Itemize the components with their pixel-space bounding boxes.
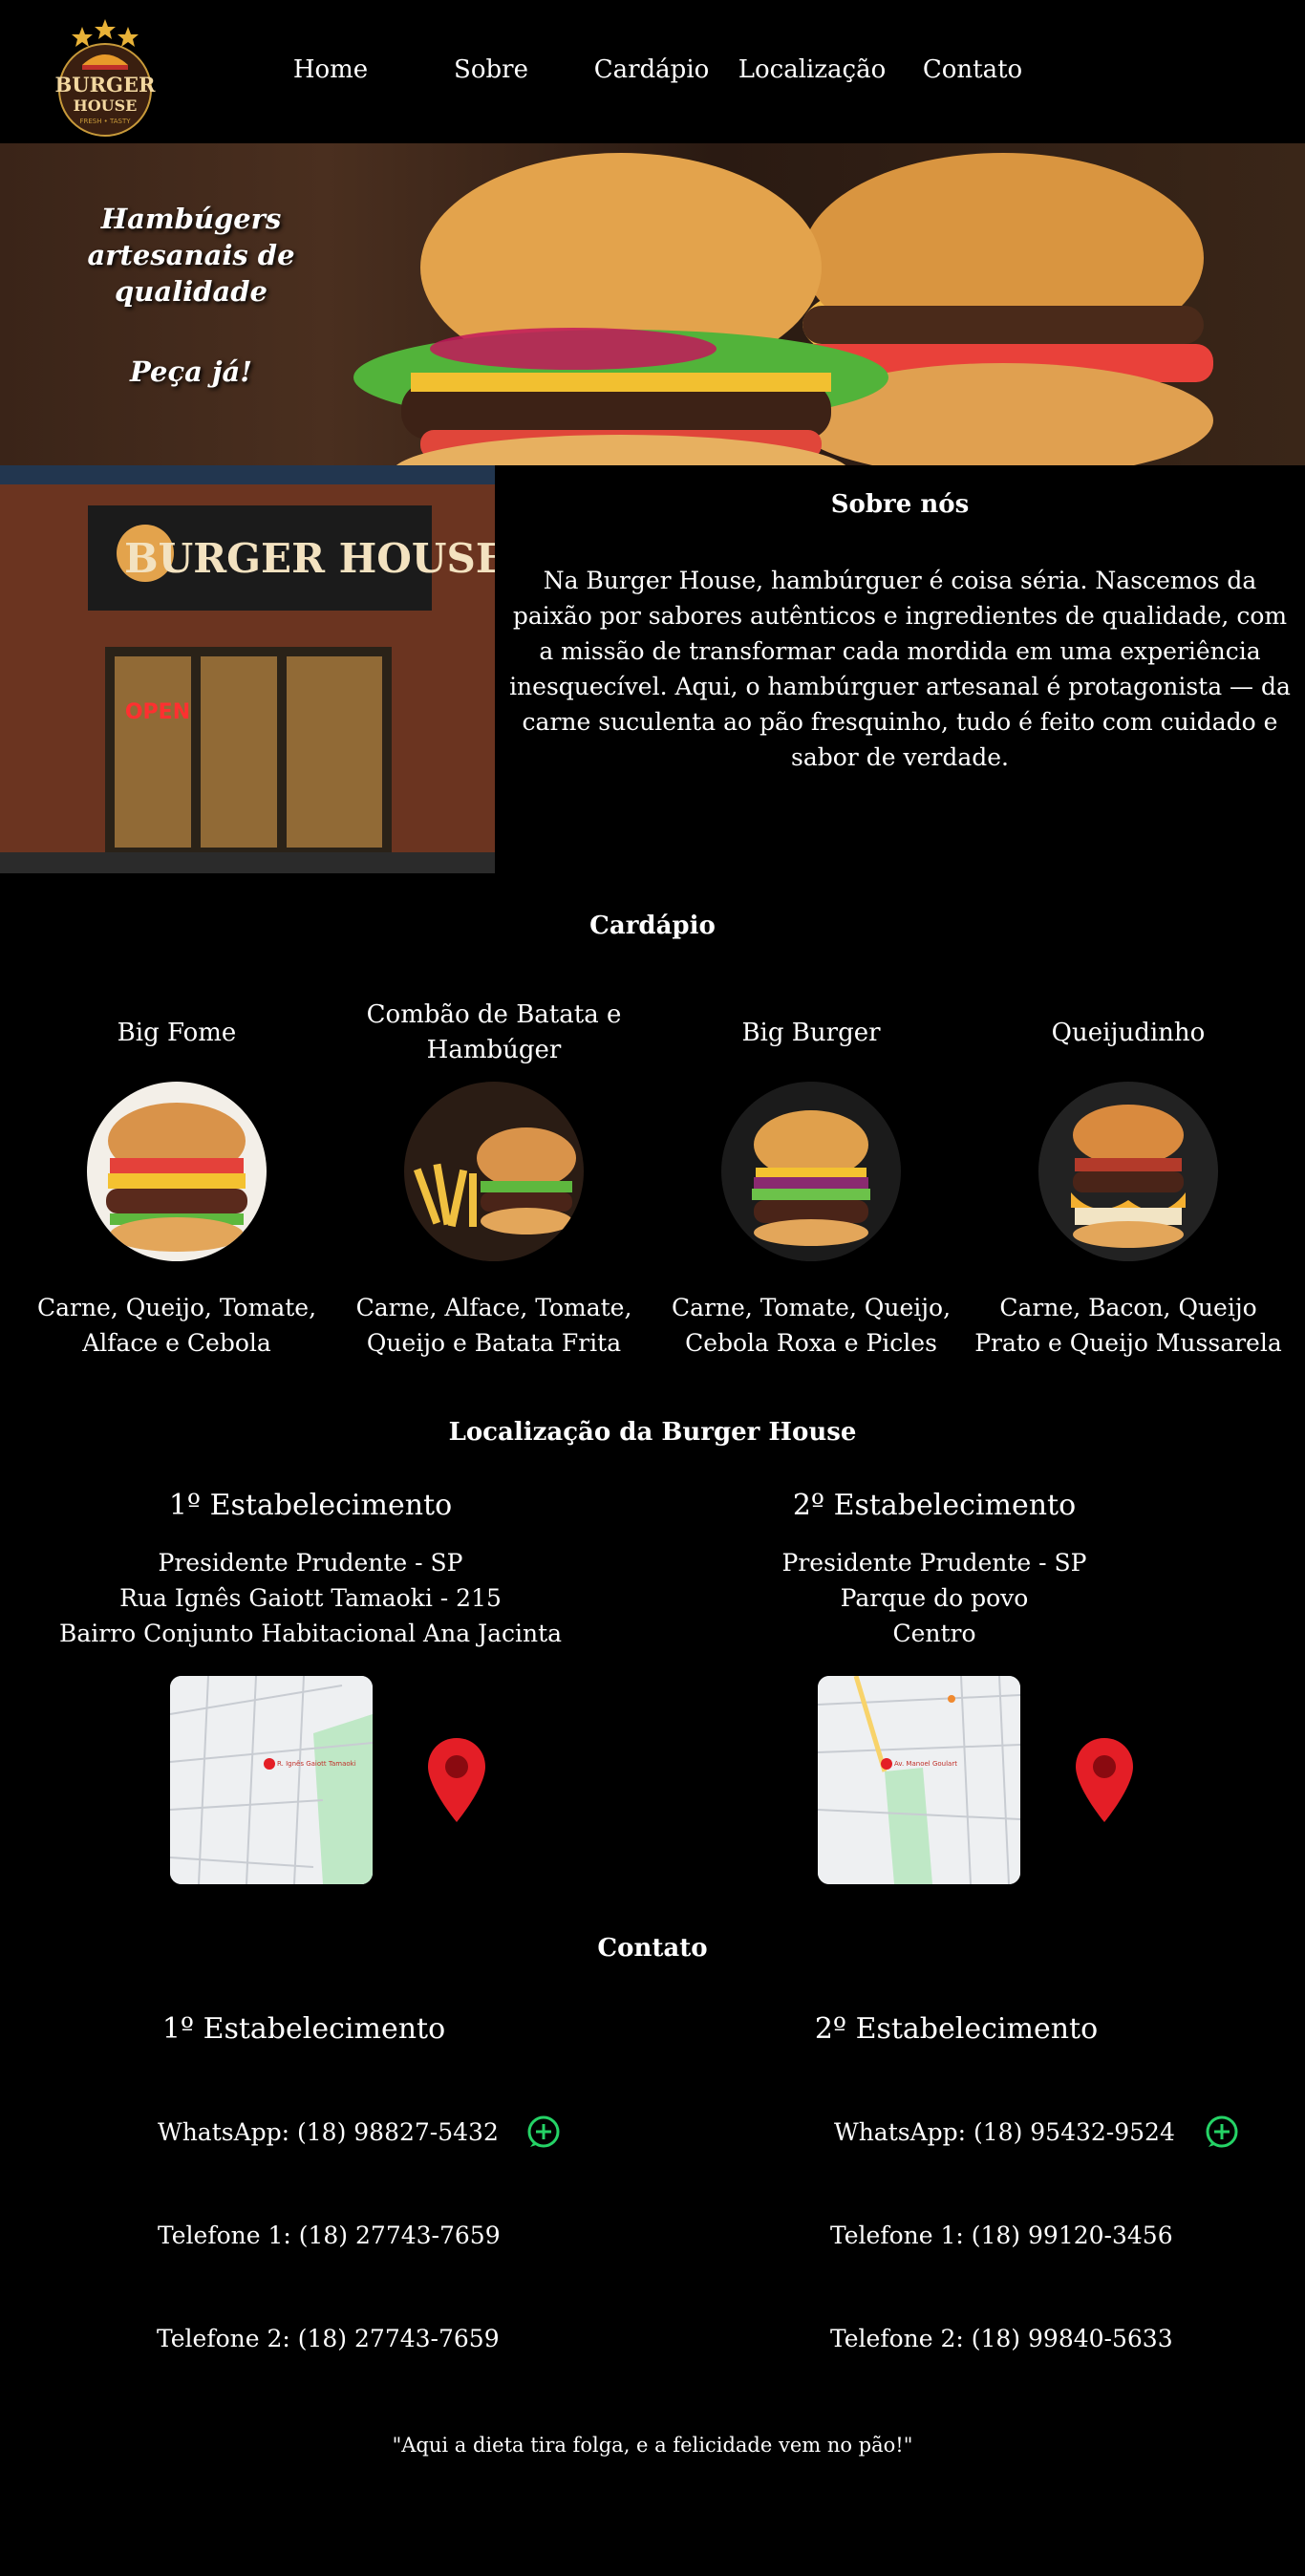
menu-item-name: Big Burger xyxy=(741,1018,881,1047)
menu-item-photo xyxy=(87,1082,267,1261)
phone1-number[interactable]: Telefone 1: (18) 99120-3456 xyxy=(830,2222,1173,2249)
contact-section: Contato 1º Estabelecimento WhatsApp: (18… xyxy=(0,1884,1305,2357)
menu-item-name: Combão de Batata e Hambúger xyxy=(366,1000,622,1064)
store-1: 1º Estabelecimento Presidente Prudente -… xyxy=(0,1489,621,1884)
address-line: Rua Ignês Gaiott Tamaoki - 215 xyxy=(119,1584,502,1612)
storefront-image: BURGER HOUSE OPEN xyxy=(0,465,495,873)
menu-item-combao[interactable]: Combão de Batata e Hambúger Carne, Alfac… xyxy=(335,998,652,1361)
nav-links: Home Sobre Cardápio Localização Contato xyxy=(250,55,1053,84)
whatsapp-add-icon[interactable] xyxy=(1204,2114,1240,2150)
svg-text:FRESH • TASTY: FRESH • TASTY xyxy=(79,118,131,125)
menu-section: Cardápio Big Fome Carne, Queijo, Tomate,… xyxy=(0,873,1305,1361)
svg-text:BURGER HOUSE: BURGER HOUSE xyxy=(124,535,495,582)
menu-item-big-burger[interactable]: Big Burger Carne, Tomate, Queijo, Cebola… xyxy=(652,998,970,1361)
nav-link-localizacao[interactable]: Localização xyxy=(732,55,892,84)
footer-quote: "Aqui a dieta tira folga, e a felicidade… xyxy=(0,2434,1305,2485)
location-pin-icon[interactable] xyxy=(1076,1738,1133,1822)
whatsapp-number[interactable]: WhatsApp: (18) 98827-5432 xyxy=(158,2118,499,2146)
location-pin-icon[interactable] xyxy=(428,1738,485,1822)
map-thumbnail[interactable]: R. Ignês Gaiott Tamaoki xyxy=(170,1676,373,1884)
svg-text:HOUSE: HOUSE xyxy=(74,97,138,115)
store-address: Presidente Prudente - SP Rua Ignês Gaiot… xyxy=(0,1545,621,1651)
store-name: 1º Estabelecimento xyxy=(161,2012,446,2046)
store-media: R. Ignês Gaiott Tamaoki xyxy=(170,1676,621,1884)
svg-text:R. Ignês Gaiott Tamaoki: R. Ignês Gaiott Tamaoki xyxy=(277,1760,356,1768)
menu-item-queijudinho[interactable]: Queijudinho Carne, Bacon, Queijo Prato e… xyxy=(970,998,1287,1361)
phone1-number[interactable]: Telefone 1: (18) 27743-7659 xyxy=(158,2222,501,2249)
contact-grid: 1º Estabelecimento WhatsApp: (18) 98827-… xyxy=(0,2012,1305,2357)
menu-title: Cardápio xyxy=(589,912,716,940)
about-body: Na Burger House, hambúrguer é coisa séri… xyxy=(509,567,1291,771)
svg-text:Av. Manoel Goulart: Av. Manoel Goulart xyxy=(894,1760,957,1768)
phone2-number[interactable]: Telefone 2: (18) 99840-5633 xyxy=(830,2325,1173,2352)
menu-item-desc: Carne, Alface, Tomate, Queijo e Batata F… xyxy=(355,1294,632,1357)
nav-link-home[interactable]: Home xyxy=(250,55,411,84)
phone-line: Telefone 1: (18) 27743-7659 xyxy=(0,2216,608,2254)
whatsapp-line: WhatsApp: (18) 98827-5432 xyxy=(0,2113,608,2151)
nav-link-sobre[interactable]: Sobre xyxy=(411,55,571,84)
menu-item-photo xyxy=(721,1082,901,1261)
footer-quote-text: "Aqui a dieta tira folga, e a felicidade… xyxy=(392,2434,913,2457)
address-line: Bairro Conjunto Habitacional Ana Jacinta xyxy=(58,1620,563,1647)
top-nav: BURGER HOUSE FRESH • TASTY Home Sobre Ca… xyxy=(0,0,1305,143)
phone-line: Telefone 2: (18) 27743-7659 xyxy=(0,2319,608,2357)
menu-item-photo xyxy=(1038,1082,1218,1261)
phone2-number[interactable]: Telefone 2: (18) 27743-7659 xyxy=(157,2325,500,2352)
map-thumbnail[interactable]: Av. Manoel Goulart xyxy=(818,1676,1020,1884)
whatsapp-number[interactable]: WhatsApp: (18) 95432-9524 xyxy=(834,2118,1175,2146)
menu-item-desc: Carne, Queijo, Tomate, Alface e Cebola xyxy=(36,1294,317,1357)
store-address: Presidente Prudente - SP Parque do povo … xyxy=(621,1545,1248,1651)
location-title: Localização da Burger House xyxy=(448,1418,857,1447)
location-grid: 1º Estabelecimento Presidente Prudente -… xyxy=(0,1489,1305,1884)
store-name: 2º Estabelecimento xyxy=(814,2012,1099,2046)
address-line: Presidente Prudente - SP xyxy=(158,1549,463,1577)
menu-item-desc: Carne, Bacon, Queijo Prato e Queijo Muss… xyxy=(974,1294,1282,1357)
location-section: Localização da Burger House 1º Estabelec… xyxy=(0,1361,1305,1884)
hero-cta[interactable]: Peça já! xyxy=(76,354,306,390)
store-2: 2º Estabelecimento Presidente Prudente -… xyxy=(621,1489,1248,1884)
svg-text:OPEN: OPEN xyxy=(125,700,190,724)
hero-banner: Hambúgers artesanais de qualidade Peça j… xyxy=(0,143,1305,465)
address-line: Presidente Prudente - SP xyxy=(781,1549,1087,1577)
whatsapp-line: WhatsApp: (18) 95432-9524 xyxy=(608,2113,1305,2151)
phone-line: Telefone 1: (18) 99120-3456 xyxy=(608,2216,1305,2254)
hero-tagline-text: Hambúgers artesanais de qualidade xyxy=(87,203,295,308)
contact-title: Contato xyxy=(597,1934,708,1963)
nav-link-cardapio[interactable]: Cardápio xyxy=(571,55,732,84)
menu-item-name: Big Fome xyxy=(117,1018,237,1047)
address-line: Parque do povo xyxy=(840,1584,1029,1612)
about-title: Sobre nós xyxy=(830,490,970,519)
menu-item-desc: Carne, Tomate, Queijo, Cebola Roxa e Pic… xyxy=(671,1294,952,1357)
store-name: 2º Estabelecimento xyxy=(792,1489,1077,1522)
store-media: Av. Manoel Goulart xyxy=(818,1676,1248,1884)
store-name: 1º Estabelecimento xyxy=(168,1489,453,1522)
phone-line: Telefone 2: (18) 99840-5633 xyxy=(608,2319,1305,2357)
menu-grid: Big Fome Carne, Queijo, Tomate, Alface e… xyxy=(0,998,1305,1361)
menu-item-name: Queijudinho xyxy=(1051,1018,1206,1047)
nav-link-contato[interactable]: Contato xyxy=(892,55,1053,84)
menu-item-photo xyxy=(404,1082,584,1261)
about-section: BURGER HOUSE OPEN Sobre nós Na Burger Ho… xyxy=(0,465,1305,873)
about-text: Sobre nós Na Burger House, hambúrguer é … xyxy=(495,465,1305,873)
hero-tagline: Hambúgers artesanais de qualidade Peça j… xyxy=(76,201,306,390)
burger-house-logo[interactable]: BURGER HOUSE FRESH • TASTY xyxy=(53,15,157,138)
whatsapp-add-icon[interactable] xyxy=(525,2114,562,2150)
address-line: Centro xyxy=(892,1620,976,1647)
menu-item-big-fome[interactable]: Big Fome Carne, Queijo, Tomate, Alface e… xyxy=(18,998,335,1361)
contact-store-1: 1º Estabelecimento WhatsApp: (18) 98827-… xyxy=(0,2012,608,2357)
contact-store-2: 2º Estabelecimento WhatsApp: (18) 95432-… xyxy=(608,2012,1305,2357)
svg-text:BURGER: BURGER xyxy=(55,73,156,97)
